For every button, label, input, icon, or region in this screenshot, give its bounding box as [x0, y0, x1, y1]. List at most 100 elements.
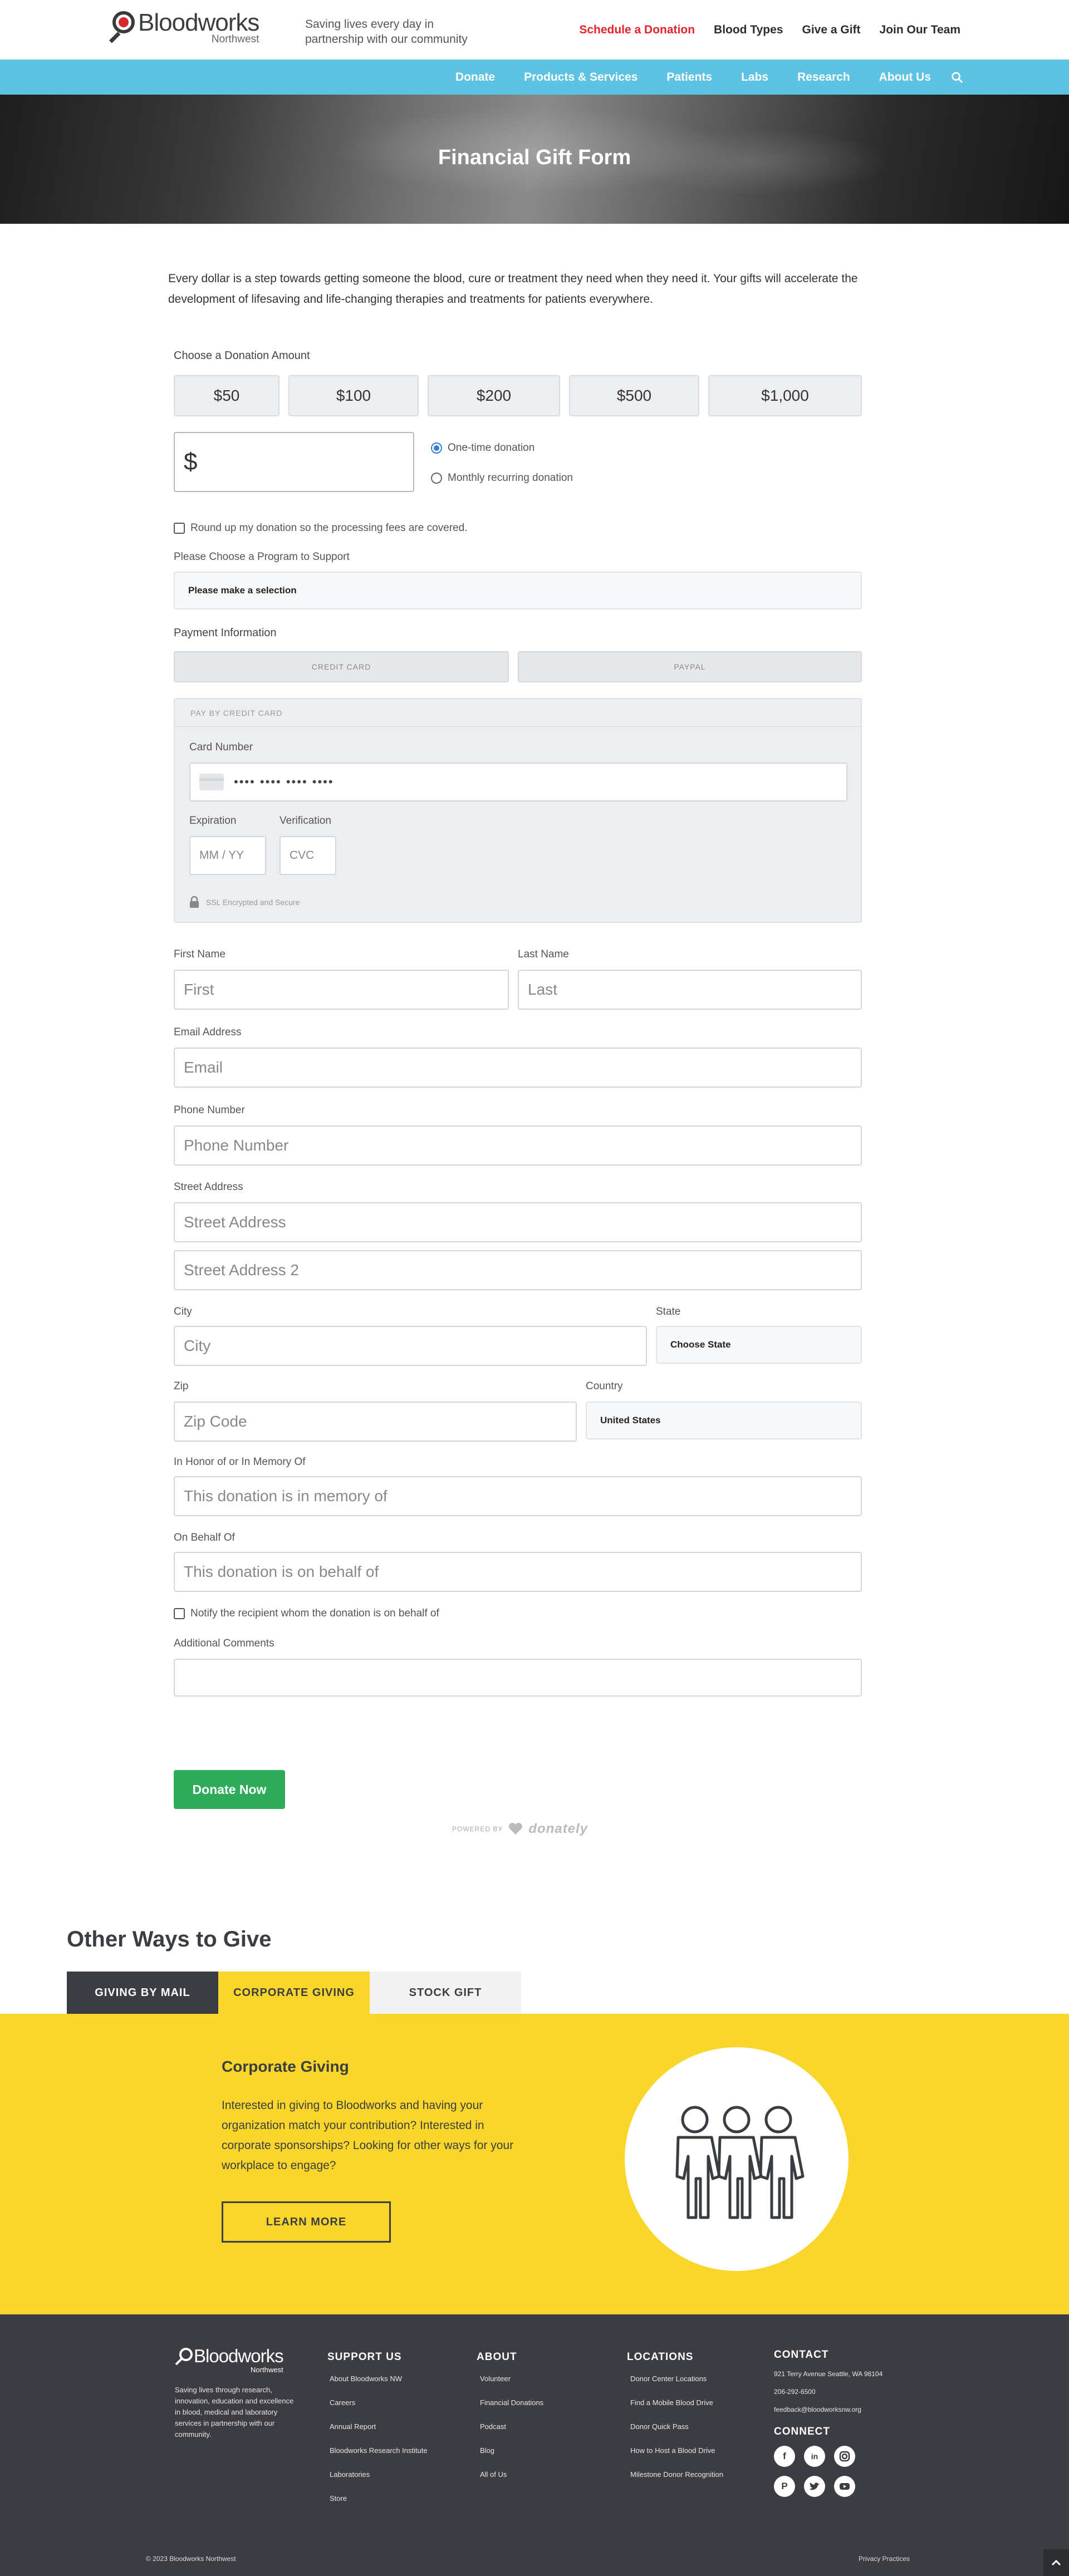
footer-link-host-drive[interactable]: How to Host a Blood Drive	[630, 2446, 715, 2455]
footer-link-blog[interactable]: Blog	[480, 2446, 494, 2455]
email-input[interactable]: Email	[174, 1048, 862, 1088]
nav-research[interactable]: Research	[783, 71, 865, 84]
donately-heart-icon	[509, 1823, 523, 1835]
card-number-input[interactable]: •••• •••• •••• ••••	[189, 763, 847, 802]
first-name-input[interactable]: First	[174, 970, 509, 1010]
phone-placeholder: Phone Number	[184, 1137, 289, 1154]
footer-email[interactable]: feedback@bloodworksnw.org	[774, 2406, 861, 2413]
donate-now-button[interactable]: Donate Now	[174, 1770, 285, 1809]
roundup-label: Round up my donation so the processing f…	[190, 522, 468, 534]
footer-phone[interactable]: 206-292-6500	[774, 2388, 816, 2396]
street2-input[interactable]: Street Address 2	[174, 1250, 862, 1290]
youtube-icon[interactable]	[834, 2476, 855, 2497]
footer-link-research-institute[interactable]: Bloodworks Research Institute	[330, 2446, 428, 2455]
phone-label: Phone Number	[174, 1104, 245, 1116]
footer-link-mobile-drive[interactable]: Find a Mobile Blood Drive	[630, 2398, 713, 2407]
roundup-option[interactable]: Round up my donation so the processing f…	[174, 522, 467, 534]
footer-link-about-bloodworks[interactable]: About Bloodworks NW	[330, 2375, 402, 2383]
behalf-input[interactable]: This donation is on behalf of	[174, 1552, 862, 1592]
lock-icon	[190, 896, 199, 908]
footer-link-volunteer[interactable]: Volunteer	[480, 2375, 511, 2383]
zip-label: Zip	[174, 1380, 189, 1392]
zip-input[interactable]: Zip Code	[174, 1402, 577, 1442]
amount-1000-button[interactable]: $1,000	[708, 375, 862, 416]
utility-nav-give-gift[interactable]: Give a Gift	[802, 23, 860, 37]
amount-100-button[interactable]: $100	[288, 375, 419, 416]
linkedin-icon[interactable]: in	[804, 2446, 825, 2467]
footer-logo[interactable]: Bloodworks Northwest	[175, 2347, 284, 2374]
footer-link-milestone[interactable]: Milestone Donor Recognition	[630, 2470, 723, 2479]
footer-connect-title: CONNECT	[774, 2426, 830, 2437]
utility-nav-join-team[interactable]: Join Our Team	[880, 23, 960, 37]
people-illustration	[625, 2047, 849, 2271]
instagram-icon[interactable]	[834, 2446, 855, 2467]
footer-link-all-of-us[interactable]: All of Us	[480, 2470, 507, 2479]
twitter-icon[interactable]	[804, 2476, 825, 2497]
notify-checkbox[interactable]	[174, 1608, 185, 1619]
phone-input[interactable]: Phone Number	[174, 1125, 862, 1166]
footer-contact-title: CONTACT	[774, 2349, 829, 2361]
credit-card-icon	[199, 774, 224, 790]
amount-500-button[interactable]: $500	[569, 375, 699, 416]
logo-wordmark: Bloodworks	[138, 9, 259, 36]
notify-option[interactable]: Notify the recipient whom the donation i…	[174, 1607, 439, 1620]
program-select-value: Please make a selection	[188, 585, 297, 596]
footer-link-financial-donations[interactable]: Financial Donations	[480, 2398, 543, 2407]
expiration-input[interactable]: MM / YY	[189, 836, 266, 875]
country-select[interactable]: United States	[586, 1402, 862, 1439]
last-name-input[interactable]: Last	[518, 970, 862, 1010]
utility-nav-schedule[interactable]: Schedule a Donation	[579, 23, 695, 37]
group-people-icon	[675, 2106, 805, 2219]
nav-donate[interactable]: Donate	[441, 71, 509, 84]
facebook-icon[interactable]: f	[774, 2446, 795, 2467]
one-time-option[interactable]: One-time donation	[431, 442, 534, 454]
chevron-up-icon	[1051, 2559, 1061, 2566]
payment-label: Payment Information	[174, 627, 277, 639]
street-input[interactable]: Street Address	[174, 1202, 862, 1242]
nav-about-us[interactable]: About Us	[865, 71, 945, 84]
expiration-placeholder: MM / YY	[199, 849, 244, 862]
tab-stock-gift[interactable]: STOCK GIFT	[370, 1972, 521, 2014]
roundup-checkbox[interactable]	[174, 523, 185, 534]
learn-more-button[interactable]: LEARN MORE	[222, 2201, 391, 2243]
nav-patients[interactable]: Patients	[652, 71, 727, 84]
privacy-link[interactable]: Privacy Practices	[859, 2555, 910, 2563]
search-icon[interactable]	[951, 71, 963, 83]
tab-corporate-giving[interactable]: CORPORATE GIVING	[218, 1972, 370, 2014]
paypal-tab[interactable]: PAYPAL	[518, 651, 862, 682]
city-input[interactable]: City	[174, 1326, 647, 1366]
secure-note-text: SSL Encrypted and Secure	[206, 898, 300, 907]
comments-input[interactable]	[174, 1659, 862, 1697]
amount-200-button[interactable]: $200	[428, 375, 560, 416]
back-to-top-button[interactable]	[1043, 2549, 1069, 2576]
nav-labs[interactable]: Labs	[727, 71, 783, 84]
tab-giving-by-mail[interactable]: GIVING BY MAIL	[67, 1972, 218, 2014]
zip-placeholder: Zip Code	[184, 1413, 247, 1430]
intro-text: Every dollar is a step towards getting s…	[168, 272, 858, 306]
state-select[interactable]: Choose State	[656, 1326, 862, 1364]
site-logo[interactable]: Bloodworks Northwest	[107, 10, 259, 46]
utility-nav-blood-types[interactable]: Blood Types	[714, 23, 783, 37]
one-time-radio[interactable]	[431, 443, 442, 454]
cvc-input[interactable]: CVC	[279, 836, 336, 875]
nav-products-services[interactable]: Products & Services	[509, 71, 652, 84]
footer-link-annual-report[interactable]: Annual Report	[330, 2422, 376, 2431]
last-name-label: Last Name	[518, 948, 569, 960]
monthly-radio[interactable]	[431, 473, 442, 484]
program-select[interactable]: Please make a selection	[174, 572, 862, 609]
footer-link-laboratories[interactable]: Laboratories	[330, 2470, 370, 2479]
footer-link-podcast[interactable]: Podcast	[480, 2422, 506, 2431]
custom-amount-input[interactable]: $	[174, 432, 414, 492]
credit-card-tab[interactable]: CREDIT CARD	[174, 651, 509, 682]
honor-input[interactable]: This donation is in memory of	[174, 1476, 862, 1516]
comments-label: Additional Comments	[174, 1638, 274, 1649]
footer-link-store[interactable]: Store	[330, 2494, 347, 2503]
footer-link-quick-pass[interactable]: Donor Quick Pass	[630, 2422, 689, 2431]
other-ways-title: Other Ways to Give	[67, 1927, 272, 1951]
pinterest-icon[interactable]: P	[774, 2476, 795, 2497]
monthly-option[interactable]: Monthly recurring donation	[431, 472, 573, 484]
footer-link-careers[interactable]: Careers	[330, 2398, 355, 2407]
last-name-placeholder: Last	[528, 981, 557, 998]
footer-link-donor-centers[interactable]: Donor Center Locations	[630, 2375, 707, 2383]
amount-50-button[interactable]: $50	[174, 375, 279, 416]
